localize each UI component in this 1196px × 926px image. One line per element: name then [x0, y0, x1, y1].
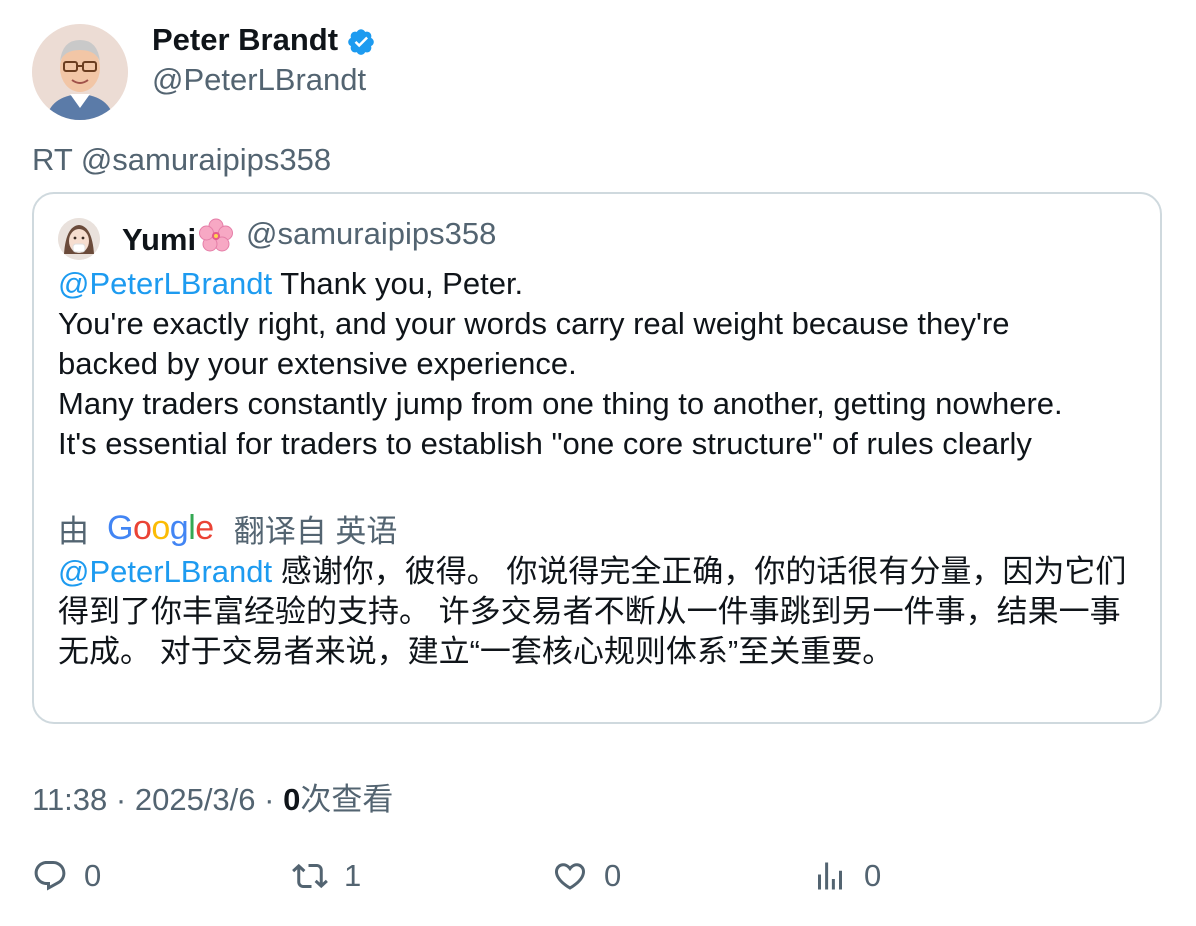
views-count: 0 [283, 782, 301, 817]
quoted-author-handle[interactable]: @samuraipips358 [246, 216, 496, 252]
verified-badge-icon [348, 28, 374, 55]
translated-text: @PeterLBrandt 感谢你，彼得。 你说得完全正确，你的话很有分量，因为… [58, 554, 1127, 669]
quoted-text-line: You're exactly right, and your words car… [58, 306, 1010, 341]
author-name[interactable]: Peter Brandt [152, 22, 338, 58]
quoted-tweet-text: @PeterLBrandt Thank you, Peter. You're e… [58, 264, 1138, 464]
retweet-count: 1 [344, 858, 362, 893]
like-count: 0 [604, 858, 622, 893]
quoted-author-avatar[interactable] [58, 218, 100, 260]
action-bar: 0 1 0 0 [32, 858, 1132, 902]
tweet-date[interactable]: 2025/3/6 [135, 782, 256, 817]
mention-link[interactable]: @PeterLBrandt [58, 554, 272, 589]
reply-button[interactable]: 0 [32, 858, 101, 894]
cherry-blossom-icon [199, 218, 234, 252]
reply-count: 0 [84, 858, 102, 893]
translation-attribution: 由 Google 翻译自 英语 [58, 506, 397, 551]
mention-link[interactable]: @PeterLBrandt [58, 266, 272, 301]
tweet-time[interactable]: 11:38 [32, 782, 107, 817]
views-action-count: 0 [864, 858, 882, 893]
google-logo: Google [107, 509, 214, 547]
retweet-icon [292, 863, 328, 889]
author-name-row[interactable]: Peter Brandt [152, 22, 376, 58]
reply-icon [34, 861, 66, 891]
views-label: 次查看 [300, 782, 394, 817]
tweet-meta: 11:38 · 2025/3/6 · 0次查看 [32, 782, 394, 817]
like-button[interactable]: 0 [552, 858, 621, 894]
quoted-text-line: backed by your extensive experience. [58, 346, 577, 381]
quoted-text-line: Many traders constantly jump from one th… [58, 386, 1063, 421]
analytics-icon [818, 862, 842, 890]
views-button[interactable]: 0 [812, 858, 881, 894]
author-avatar[interactable] [32, 24, 128, 120]
translation-prefix: 由 [58, 514, 89, 549]
quoted-text-line: It's essential for traders to establish … [58, 426, 1032, 461]
retweet-button[interactable]: 1 [292, 858, 361, 894]
heart-icon [554, 863, 586, 890]
author-handle[interactable]: @PeterLBrandt [152, 62, 366, 98]
quoted-tweet-card[interactable]: Yumi @samuraipips358 @PeterLBrandt Thank… [32, 192, 1162, 724]
translation-suffix: 翻译自 英语 [233, 514, 398, 549]
retweet-label: RT @samuraipips358 [32, 142, 332, 177]
quoted-author-name[interactable]: Yumi [122, 218, 234, 258]
quoted-text-line: @PeterLBrandt Thank you, Peter. [58, 266, 524, 301]
